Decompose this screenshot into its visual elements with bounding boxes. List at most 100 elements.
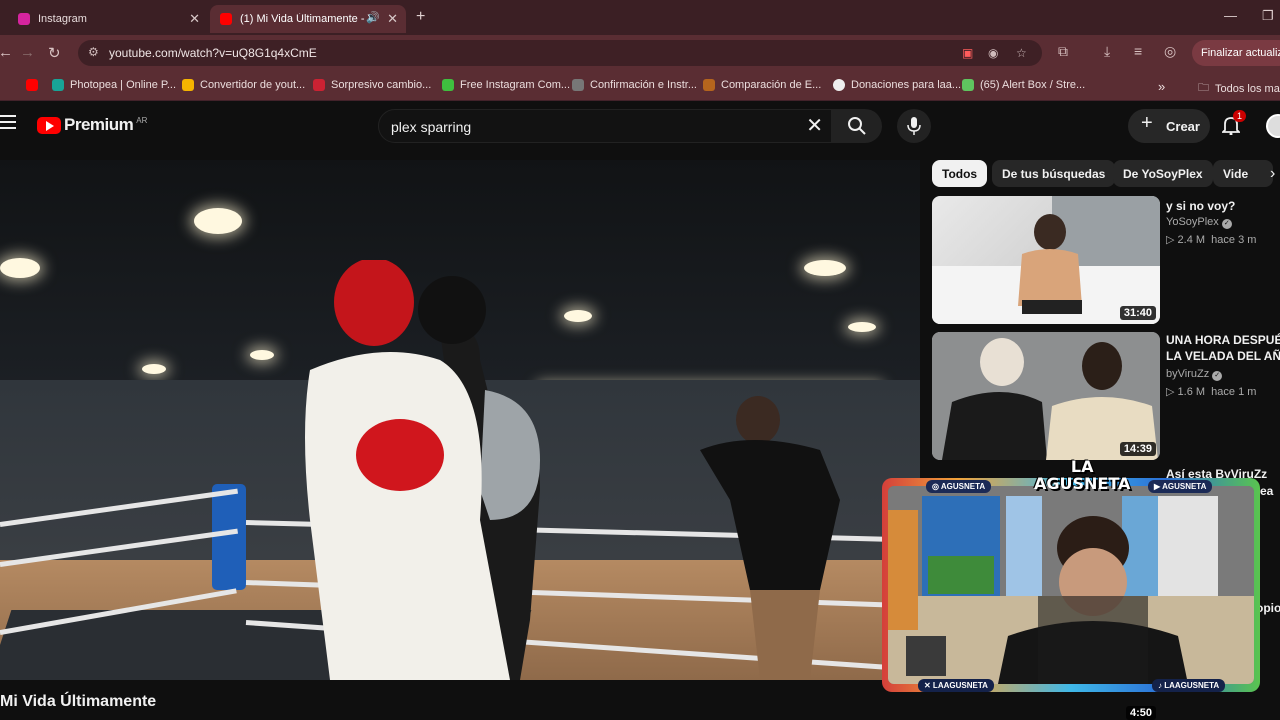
chip-from-channel[interactable]: De YoSoyPlex (1113, 160, 1213, 187)
logo-text: Premium (64, 115, 134, 134)
bookmark-item[interactable]: Confirmación e Instr... (572, 79, 697, 91)
notifications-button[interactable]: 1 (1220, 110, 1247, 140)
folder-label: Todos los ma (1215, 82, 1280, 95)
bookmark-star-icon[interactable]: ☆ (1016, 46, 1027, 60)
reload-icon[interactable]: ↻ (48, 44, 61, 62)
webcam-feed (888, 486, 1254, 684)
view-count: 2.4 M (1177, 234, 1206, 246)
more-bookmarks-icon[interactable]: » (1158, 79, 1165, 94)
bookmark-youtube[interactable] (26, 79, 44, 91)
recommendation-item[interactable]: 31:40 y si no voy? YoSoyPlex ✓ ▷ 2.4 M ha… (932, 196, 1280, 326)
minimize-icon[interactable]: — (1224, 8, 1237, 23)
video-title-bar: Mi Vida Últimamente (0, 680, 920, 720)
youtube-handle-tag: ▶ AGUSNETA (1148, 480, 1213, 493)
recommendation-meta: ▷ 2.4 M hace 3 m (1166, 234, 1257, 246)
recommendation-title[interactable]: y si no voy? (1166, 198, 1280, 214)
recommendation-text-fragment: ea (1260, 484, 1274, 498)
address-bar[interactable]: ⚙ youtube.com/watch?v=uQ8G1q4xCmE ▣ ◉ ☆ (78, 40, 1042, 66)
plus-icon: + (1141, 112, 1153, 134)
close-tab-icon[interactable]: ✕ (189, 11, 200, 27)
extensions-icon[interactable]: ⧉ (1058, 43, 1068, 60)
thumbnail-image (932, 196, 1160, 324)
menu-icon[interactable] (0, 115, 16, 133)
ceiling-light (848, 322, 876, 332)
new-tab-button[interactable]: + (416, 8, 425, 26)
bookmark-item[interactable]: (65) Alert Box / Stre... (962, 79, 1085, 91)
close-tab-icon[interactable]: ✕ (387, 11, 398, 27)
bookmark-label: Free Instagram Com... (460, 79, 571, 91)
url-text[interactable]: youtube.com/watch?v=uQ8G1q4xCmE (109, 46, 317, 60)
bookmark-item[interactable]: Convertidor de yout... (182, 79, 305, 91)
ring-corner-post (212, 484, 246, 590)
chip-all[interactable]: Todos (932, 160, 988, 187)
bookmarks-folder[interactable]: 🗀 Todos los ma (1198, 79, 1280, 98)
youtube-icon (220, 13, 232, 25)
speaker-icon[interactable]: 🔊 (366, 11, 380, 24)
tab-youtube[interactable]: (1) Mi Vida Últimamente - Y 🔊 ✕ (210, 5, 406, 33)
ceiling-light (250, 350, 274, 360)
video-player[interactable] (0, 160, 920, 680)
video-title: Mi Vida Últimamente (0, 693, 157, 710)
update-button[interactable]: Finalizar actualiz (1192, 40, 1280, 66)
instagram-tool-icon (442, 79, 454, 91)
channel-name: YoSoyPlex (1166, 216, 1219, 228)
bookmark-label: (65) Alert Box / Stre... (980, 79, 1086, 91)
search-button[interactable] (832, 109, 882, 143)
news-icon (313, 79, 325, 91)
bookmark-item[interactable]: Sorpresivo cambio... (313, 79, 431, 91)
youtube-logo[interactable]: Premium AR (37, 115, 147, 135)
forward-icon[interactable]: → (20, 44, 35, 61)
profile-icon[interactable]: ◎ (1164, 43, 1176, 60)
compare-icon (703, 79, 715, 91)
upload-age: hace 3 m (1211, 234, 1257, 246)
site-info-icon[interactable]: ⚙ (88, 45, 99, 59)
thumbnail-image (932, 332, 1160, 460)
bookmark-item[interactable]: Photopea | Online P... (52, 79, 176, 91)
bookmark-label: Sorpresivo cambio... (331, 79, 432, 91)
youtube-play-icon (37, 116, 61, 134)
bookmark-item[interactable]: Free Instagram Com... (442, 79, 570, 91)
bookmarks-bar: Photopea | Online P... Convertidor de yo… (0, 71, 1280, 101)
upload-age: hace 1 m (1211, 386, 1257, 398)
ceiling-light (142, 364, 166, 374)
tab-title: (1) Mi Vida Últimamente - Y (240, 13, 370, 25)
folder-icon: 🗀 (1198, 82, 1209, 94)
bookmark-label: Convertidor de yout... (200, 79, 306, 91)
video-thumbnail[interactable]: 31:40 (932, 196, 1160, 324)
recommendation-title[interactable]: UNA HORA DESPUÉS (1166, 332, 1280, 348)
back-icon[interactable]: ← (0, 44, 13, 61)
avatar[interactable] (1266, 114, 1280, 138)
reading-list-icon[interactable]: ≡ (1134, 43, 1142, 59)
recommendation-channel[interactable]: byViruZz ✓ (1166, 368, 1223, 381)
download-icon[interactable]: ⤓ (1104, 43, 1110, 60)
chevron-right-icon[interactable]: › (1270, 165, 1275, 183)
recommendation-item[interactable]: 14:39 UNA HORA DESPUÉS LA VELADA DEL AÑO… (932, 332, 1280, 462)
coach (700, 396, 840, 680)
youtube-header: Premium AR plex sparring ✕ + Crear 1 (0, 101, 1280, 153)
bookmark-item[interactable]: Comparación de E... (703, 79, 821, 91)
cast-icon[interactable]: ▣ (962, 46, 973, 60)
search-query[interactable]: plex sparring (391, 119, 471, 135)
eye-off-icon[interactable]: ◉ (988, 46, 998, 60)
create-button[interactable]: + Crear (1128, 109, 1210, 143)
bookmark-item[interactable]: Donaciones para laa... (833, 79, 961, 91)
recommendation-channel[interactable]: YoSoyPlex ✓ (1166, 216, 1232, 229)
converter-icon (182, 79, 194, 91)
donation-icon (833, 79, 845, 91)
alert-box-icon (962, 79, 974, 91)
recommendation-title-line2[interactable]: LA VELADA DEL AÑO (1166, 348, 1280, 364)
video-duration: 14:39 (1119, 442, 1156, 456)
boxers (305, 260, 540, 680)
tab-instagram[interactable]: Instagram ✕ (8, 5, 208, 33)
clear-search-icon[interactable]: ✕ (806, 113, 823, 138)
restore-icon[interactable]: ❐ (1262, 8, 1274, 24)
chip-videos[interactable]: Vide (1213, 160, 1273, 187)
chip-from-searches[interactable]: De tus búsquedas (992, 160, 1116, 187)
tab-title: Instagram (38, 13, 87, 25)
voice-search-button[interactable] (897, 109, 931, 143)
tiktok-handle-tag: ♪ LAAGUSNETA (1152, 679, 1226, 692)
streamer-logo: LA AGUSNETA (1034, 458, 1130, 492)
video-thumbnail[interactable]: 14:39 (932, 332, 1160, 460)
search-input[interactable]: plex sparring ✕ (378, 109, 832, 143)
webcam-overlay: ◎ AGUSNETA ▶ AGUSNETA ✕ LAAGUSNETA ♪ LAA… (882, 478, 1260, 692)
